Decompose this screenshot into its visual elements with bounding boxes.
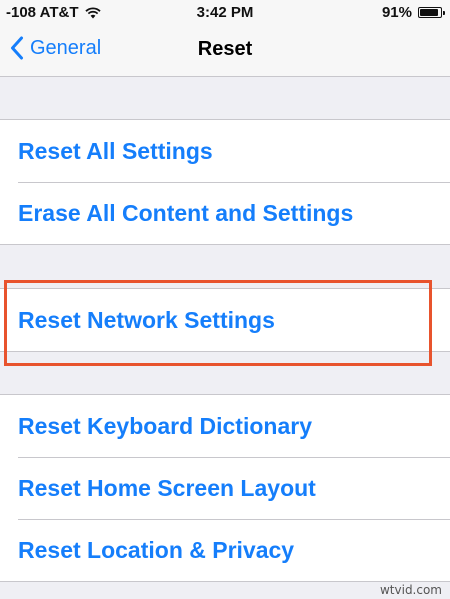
reset-home-screen-layout-row[interactable]: Reset Home Screen Layout <box>0 457 450 519</box>
reset-location-privacy-row[interactable]: Reset Location & Privacy <box>0 519 450 581</box>
battery-cap <box>443 10 445 15</box>
back-label: General <box>30 36 102 59</box>
battery-fill <box>420 9 439 16</box>
erase-all-content-row[interactable]: Erase All Content and Settings <box>0 182 450 244</box>
navigation-bar: General Reset <box>0 26 450 77</box>
status-right: 91% <box>381 4 445 21</box>
chevron-left-icon <box>11 36 23 60</box>
reset-group-3: Reset Keyboard Dictionary Reset Home Scr… <box>0 394 450 582</box>
battery-percent: 91% <box>381 4 412 21</box>
reset-keyboard-dictionary-row[interactable]: Reset Keyboard Dictionary <box>0 395 450 457</box>
reset-group-1: Reset All Settings Erase All Content and… <box>0 119 450 245</box>
status-bar: -108 AT&T 3:42 PM 91% <box>0 0 450 26</box>
battery-icon <box>418 7 445 18</box>
reset-all-settings-row[interactable]: Reset All Settings <box>0 120 450 182</box>
back-button[interactable]: General <box>10 36 101 60</box>
reset-network-settings-row[interactable]: Reset Network Settings <box>0 289 450 351</box>
reset-group-2: Reset Network Settings <box>0 288 450 352</box>
watermark: wtvid.com <box>379 583 442 597</box>
settings-screen: -108 AT&T 3:42 PM 91% General Reset Rese… <box>0 0 450 599</box>
